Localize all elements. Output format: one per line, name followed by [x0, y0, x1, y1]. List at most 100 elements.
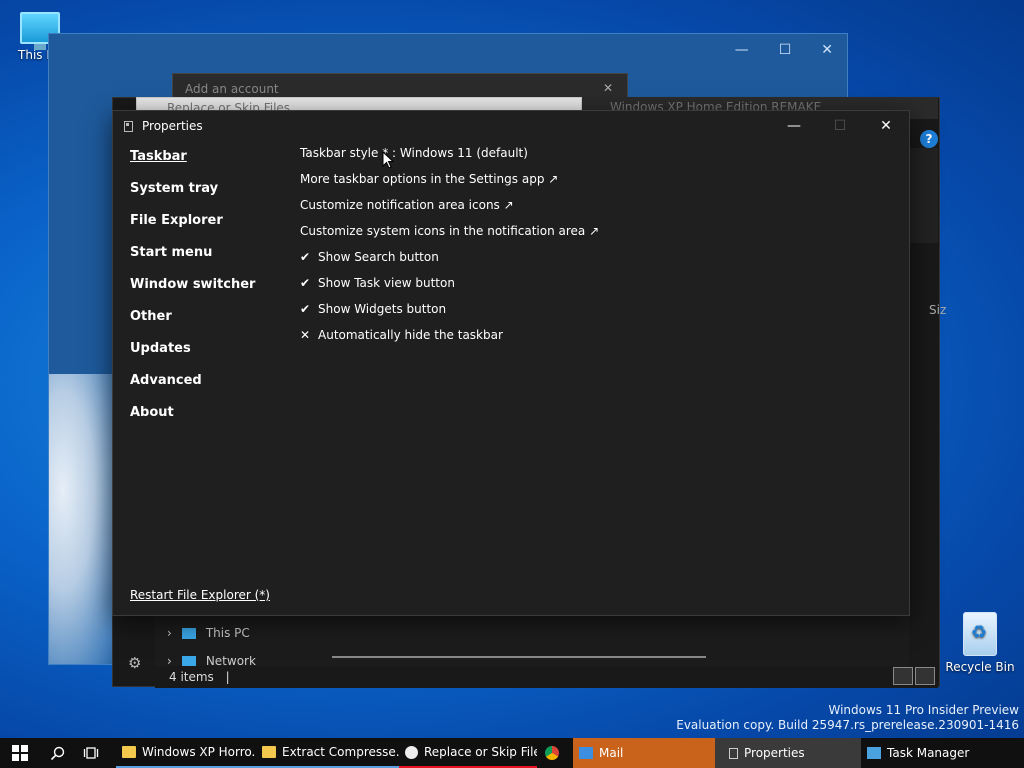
sidebar-item-file-explorer[interactable]: File Explorer [130, 213, 255, 245]
close-icon[interactable]: ✕ [603, 81, 613, 95]
close-button[interactable]: ✕ [863, 111, 909, 141]
explorer-toolbar-strip [910, 148, 938, 243]
search-button[interactable] [40, 738, 74, 768]
window-controls: — ☐ ✕ [735, 42, 833, 58]
checkmark-icon: ✔ [300, 302, 311, 316]
folder-icon [262, 746, 276, 758]
mail-icon [579, 747, 593, 759]
status-bar: 4 items | [155, 666, 938, 688]
taskbar-item-task-manager[interactable]: Task Manager [861, 738, 1001, 768]
recycle-bin-icon [963, 612, 997, 656]
task-view-icon [83, 747, 99, 759]
close-icon[interactable]: ✕ [821, 42, 833, 58]
sidebar-item-advanced[interactable]: Advanced [130, 373, 255, 405]
windows-logo-icon [12, 745, 28, 761]
taskbar-item-label: Properties [744, 746, 805, 760]
checkmark-icon: ✔ [300, 276, 311, 290]
properties-icon [729, 747, 738, 759]
option-label: Show Search button [318, 250, 439, 264]
navigation-pane: › This PC › Network [155, 616, 909, 666]
horizontal-scrollbar[interactable] [332, 656, 706, 658]
tree-item-label: This PC [205, 626, 250, 640]
sidebar-nav: Taskbar System tray File Explorer Start … [130, 149, 255, 437]
maximize-icon[interactable]: ☐ [779, 42, 792, 58]
restart-file-explorer-link[interactable]: Restart File Explorer (*) [130, 588, 270, 602]
toggle-show-search-button[interactable]: ✔ Show Search button [300, 250, 599, 276]
watermark-line: Evaluation copy. Build 25947.rs_prerelea… [676, 718, 1019, 732]
taskbar-item-label: Task Manager [887, 746, 970, 760]
sidebar-item-other[interactable]: Other [130, 309, 255, 341]
properties-window: Properties — ☐ ✕ Taskbar System tray Fil… [112, 110, 910, 616]
option-system-icons-link[interactable]: Customize system icons in the notificati… [300, 224, 599, 250]
chrome-icon [545, 746, 559, 760]
desktop-icon-recycle-bin[interactable]: Recycle Bin [940, 612, 1020, 674]
tree-item-this-pc[interactable]: › This PC [167, 626, 250, 640]
toggle-auto-hide-taskbar[interactable]: ✕ Automatically hide the taskbar [300, 328, 599, 354]
option-label: Automatically hide the taskbar [318, 328, 503, 342]
details-view-icon[interactable] [893, 667, 913, 685]
size-column-header[interactable]: Siz [929, 303, 946, 317]
cross-icon: ✕ [300, 328, 311, 342]
taskbar-item-label: Replace or Skip Files [424, 745, 537, 759]
option-label: Taskbar style * : Windows 11 (default) [300, 146, 528, 160]
sidebar-item-updates[interactable]: Updates [130, 341, 255, 373]
item-count: 4 items [169, 670, 214, 684]
option-notification-icons-link[interactable]: Customize notification area icons ↗ [300, 198, 599, 224]
checkmark-icon: ✔ [300, 250, 311, 264]
task-manager-icon [867, 747, 881, 759]
taskbar: Windows XP Horro... Extract Compresse...… [0, 738, 1024, 768]
folder-icon [122, 746, 136, 758]
window-title: Properties [142, 119, 203, 133]
help-button[interactable]: ? [920, 130, 938, 148]
taskbar-options: Taskbar style * : Windows 11 (default) M… [300, 146, 599, 354]
option-taskbar-style[interactable]: Taskbar style * : Windows 11 (default) [300, 146, 599, 172]
option-label: Show Task view button [318, 276, 455, 290]
chevron-right-icon[interactable]: › [167, 626, 172, 640]
taskbar-item-label: Extract Compresse... [282, 745, 399, 759]
desktop-icon-label: Recycle Bin [945, 660, 1015, 674]
sidebar-item-window-switcher[interactable]: Window switcher [130, 277, 255, 309]
properties-app-icon [124, 120, 133, 132]
option-label: More taskbar options in the Settings app… [300, 172, 559, 186]
toggle-show-widgets-button[interactable]: ✔ Show Widgets button [300, 302, 599, 328]
option-label: Customize system icons in the notificati… [300, 224, 600, 238]
sidebar-item-start-menu[interactable]: Start menu [130, 245, 255, 277]
option-label: Customize notification area icons ↗ [300, 198, 514, 212]
minimize-button[interactable]: — [771, 111, 817, 141]
start-button[interactable] [0, 738, 40, 768]
toggle-show-task-view-button[interactable]: ✔ Show Task view button [300, 276, 599, 302]
taskbar-item-properties[interactable]: Properties [715, 738, 861, 768]
taskbar-item-label: Mail [599, 746, 624, 760]
gear-icon[interactable]: ⚙ [128, 654, 141, 672]
clock-icon [405, 745, 418, 759]
network-icon [181, 656, 196, 666]
status-divider: | [225, 670, 230, 684]
taskbar-item-replace-or-skip-files[interactable]: Replace or Skip Files [399, 738, 537, 768]
taskbar-item-label: Windows XP Horro... [142, 745, 256, 759]
computer-icon [181, 627, 196, 639]
taskbar-item-extract-compressed[interactable]: Extract Compresse... [256, 738, 399, 768]
search-icon [50, 746, 64, 760]
taskbar-item-windows-xp-horror[interactable]: Windows XP Horro... [116, 738, 256, 768]
window-controls: — ☐ ✕ [771, 111, 909, 141]
maximize-button[interactable]: ☐ [817, 111, 863, 141]
tree-item-network[interactable]: › Network [167, 656, 256, 666]
sidebar-item-about[interactable]: About [130, 405, 255, 437]
option-label: Show Widgets button [318, 302, 447, 316]
evaluation-watermark: Windows 11 Pro Insider Preview Evaluatio… [676, 703, 1019, 733]
sidebar-item-taskbar[interactable]: Taskbar [130, 149, 255, 181]
task-view-button[interactable] [74, 738, 108, 768]
watermark-line: Windows 11 Pro Insider Preview [828, 703, 1019, 717]
minimize-icon[interactable]: — [735, 42, 749, 58]
sidebar-item-system-tray[interactable]: System tray [130, 181, 255, 213]
mouse-cursor-icon [382, 150, 395, 172]
taskbar-item-mail[interactable]: Mail [573, 738, 715, 768]
chevron-right-icon[interactable]: › [167, 656, 172, 666]
tiles-view-icon[interactable] [915, 667, 935, 685]
view-toggle [893, 667, 935, 685]
wallpaper-clouds [49, 374, 119, 664]
tree-item-label: Network [205, 656, 256, 666]
option-settings-app-link[interactable]: More taskbar options in the Settings app… [300, 172, 599, 198]
taskbar-item-chrome[interactable] [537, 738, 573, 768]
dialog-title: Add an account [185, 82, 279, 96]
